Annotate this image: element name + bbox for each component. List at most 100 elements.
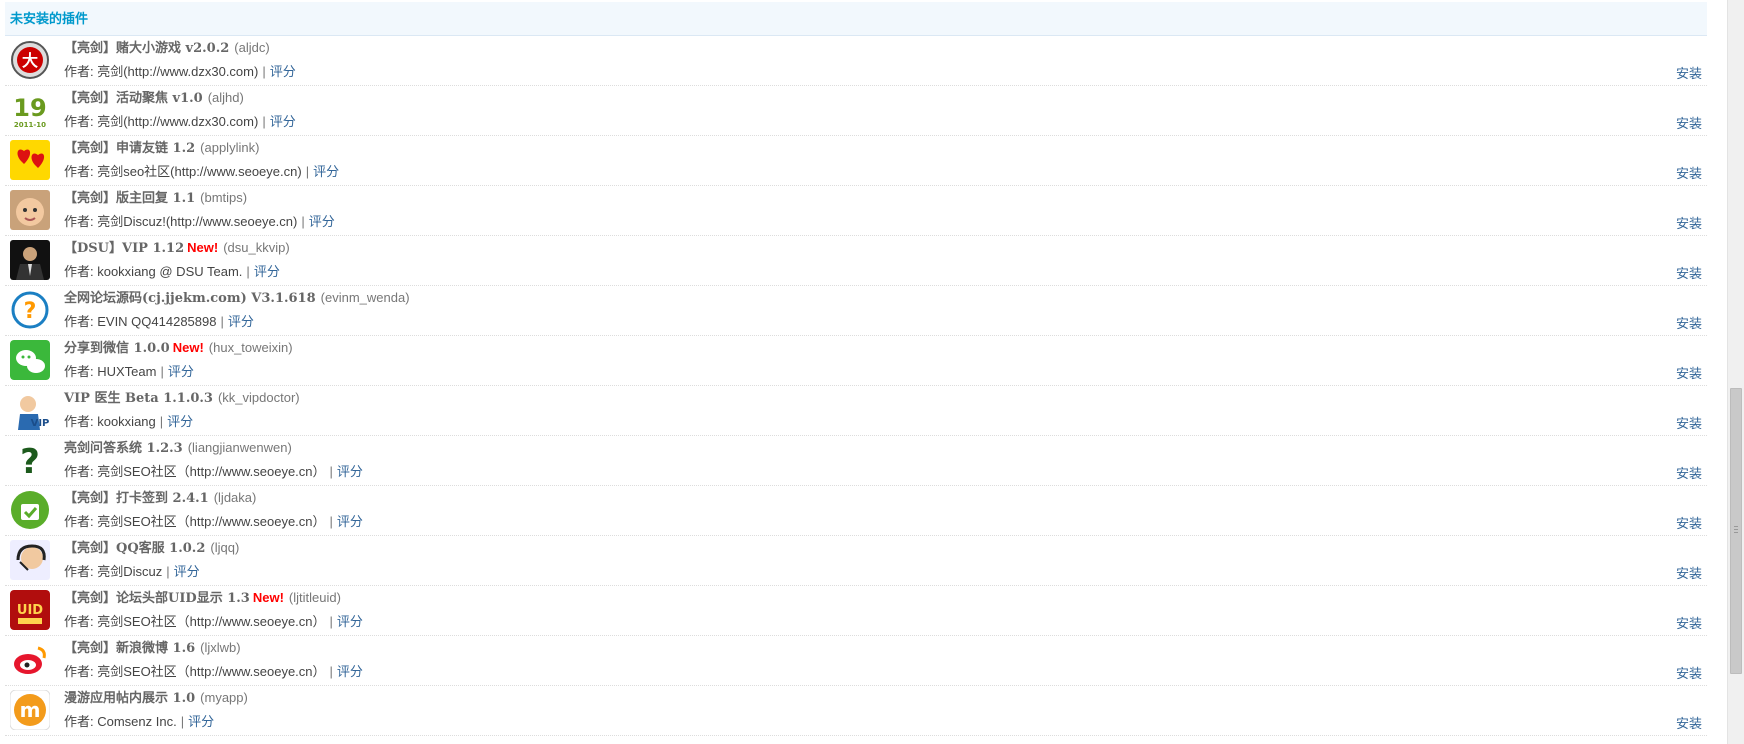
rate-link[interactable]: 评分 [337, 464, 363, 479]
install-link[interactable]: 安装 [1676, 566, 1702, 582]
separator: | [329, 614, 333, 629]
rate-link[interactable]: 评分 [188, 714, 214, 729]
plugin-author: 作者: 亮剑seo社区(http://www.seoeye.cn) [64, 164, 302, 179]
plugin-name: 【亮剑】新浪微博 1.6 [64, 641, 196, 656]
businessman-icon [10, 240, 50, 280]
rate-link[interactable]: 评分 [337, 514, 363, 529]
plugin-meta: 作者: 亮剑(http://www.dzx30.com) | 评分 [64, 114, 296, 130]
install-link[interactable]: 安装 [1676, 116, 1702, 132]
plugin-meta: 作者: 亮剑SEO社区（http://www.seoeye.cn） | 评分 [64, 464, 363, 480]
plugin-author: 作者: 亮剑SEO社区（http://www.seoeye.cn） [64, 614, 326, 629]
rate-link[interactable]: 评分 [270, 64, 296, 79]
plugin-identifier: (aljhd) [207, 90, 244, 105]
new-badge: New! [187, 240, 219, 255]
separator: | [180, 714, 185, 729]
rate-link[interactable]: 评分 [228, 314, 254, 329]
dice-da-icon: 大 [10, 40, 50, 80]
plugin-name: 【亮剑】版主回复 1.1 [64, 191, 196, 206]
plugin-name: 【亮剑】论坛头部UID显示 1.3 [64, 591, 250, 606]
rate-link[interactable]: 评分 [313, 164, 339, 179]
calendar-19-icon: 19 2011-10 [10, 90, 50, 130]
rate-link[interactable]: 评分 [337, 614, 363, 629]
separator: | [262, 114, 266, 129]
install-link[interactable]: 安装 [1676, 216, 1702, 232]
plugin-author: 作者: 亮剑(http://www.dzx30.com) [64, 114, 259, 129]
plugin-identifier: (evinm_wenda) [320, 290, 410, 305]
plugin-identifier: (dsu_kkvip) [223, 240, 290, 255]
plugin-title: 亮剑问答系统 1.2.3 (liangjianwenwen) [64, 440, 292, 457]
plugin-author: 作者: 亮剑SEO社区（http://www.seoeye.cn） [64, 514, 326, 529]
plugin-name: 分享到微信 1.0.0 [64, 341, 170, 356]
plugin-author: 作者: 亮剑SEO社区（http://www.seoeye.cn） [64, 664, 326, 679]
vip-doctor-icon: VIP [10, 390, 50, 430]
plugin-identifier: (bmtips) [200, 190, 248, 205]
svg-text:2011-10: 2011-10 [14, 121, 46, 129]
question-circle-icon: ? [10, 290, 50, 330]
plugin-author: 作者: kookxiang [64, 414, 156, 429]
install-link[interactable]: 安装 [1676, 666, 1702, 682]
vertical-scrollbar[interactable] [1727, 0, 1744, 744]
plugin-row: 【亮剑】版主回复 1.1 (bmtips) 作者: 亮剑Discuz!(http:/… [5, 186, 1707, 236]
plugin-meta: 作者: 亮剑SEO社区（http://www.seoeye.cn） | 评分 [64, 664, 363, 680]
plugin-title: 全网论坛源码(cj.jjekm.com) V3.1.618 (evinm_wend… [64, 290, 410, 307]
plugin-name: 全网论坛源码(cj.jjekm.com) V3.1.618 [64, 291, 316, 306]
svg-text:VIP: VIP [31, 418, 50, 429]
plugin-author: 作者: Comsenz Inc. [64, 714, 177, 729]
checkin-bag-icon [10, 490, 50, 530]
rate-link[interactable]: 评分 [167, 414, 193, 429]
plugin-title: VIP 医生 Beta 1.1.0.3 (kk_vipdoctor) [64, 390, 300, 407]
plugin-row: 分享到微信 1.0.0 New! (hux_toweixin) 作者: HUXTeam… [5, 336, 1707, 386]
wechat-icon [10, 340, 50, 380]
plugin-meta: 作者: kookxiang | 评分 [64, 414, 193, 430]
rate-link[interactable]: 评分 [174, 564, 200, 579]
uid-badge-icon: UID [10, 590, 50, 630]
install-link[interactable]: 安装 [1676, 716, 1702, 732]
plugin-row: ? 亮剑问答系统 1.2.3 (liangjianwenwen) 作者: 亮剑SEO社… [5, 436, 1707, 486]
headset-service-icon [10, 540, 50, 580]
rate-link[interactable]: 评分 [254, 264, 280, 279]
question-mark-icon: ? [10, 440, 50, 480]
plugin-row: 【亮剑】QQ客服 1.0.2 (ljqq) 作者: 亮剑Discuz | 评分 安装 [5, 536, 1707, 586]
plugin-author: 作者: kookxiang @ DSU Team. [64, 264, 243, 279]
separator: | [246, 264, 250, 279]
plugin-title: 【亮剑】打卡签到 2.4.1 (ljdaka) [64, 490, 256, 507]
plugin-identifier: (liangjianwenwen) [187, 440, 292, 455]
install-link[interactable]: 安装 [1676, 316, 1702, 332]
plugin-title: 【亮剑】QQ客服 1.0.2 (ljqq) [64, 540, 239, 557]
install-link[interactable]: 安装 [1676, 466, 1702, 482]
rate-link[interactable]: 评分 [168, 364, 194, 379]
plugin-row: m 漫游应用帖内展示 1.0 (myapp) 作者: Comsenz Inc. | 评分 安… [5, 686, 1707, 736]
plugin-identifier: (ljtitleuid) [288, 590, 341, 605]
plugin-title: 漫游应用帖内展示 1.0 (myapp) [64, 690, 248, 707]
rate-link[interactable]: 评分 [337, 664, 363, 679]
separator: | [301, 214, 305, 229]
install-link[interactable]: 安装 [1676, 616, 1702, 632]
weibo-icon [10, 640, 50, 680]
baby-face-icon [10, 190, 50, 230]
plugin-meta: 作者: Comsenz Inc. | 评分 [64, 714, 214, 730]
plugin-row: 19 2011-10 【亮剑】活动聚焦 v1.0 (aljhd) 作者: 亮剑(http… [5, 86, 1707, 136]
install-link[interactable]: 安装 [1676, 166, 1702, 182]
plugin-author: 作者: 亮剑(http://www.dzx30.com) [64, 64, 259, 79]
plugin-meta: 作者: 亮剑SEO社区（http://www.seoeye.cn） | 评分 [64, 614, 363, 630]
plugin-row: UID 【亮剑】论坛头部UID显示 1.3 New! (ljtitleuid) 作者: … [5, 586, 1707, 636]
install-link[interactable]: 安装 [1676, 366, 1702, 382]
plugin-name: 漫游应用帖内展示 1.0 [64, 691, 196, 706]
rate-link[interactable]: 评分 [309, 214, 335, 229]
separator: | [220, 314, 224, 329]
rate-link[interactable]: 评分 [270, 114, 296, 129]
plugin-author: 作者: 亮剑Discuz [64, 564, 163, 579]
plugin-name: 【亮剑】QQ客服 1.0.2 [64, 541, 206, 556]
separator: | [329, 464, 333, 479]
install-link[interactable]: 安装 [1676, 516, 1702, 532]
plugin-identifier: (ljxlwb) [200, 640, 241, 655]
install-link[interactable]: 安装 [1676, 416, 1702, 432]
install-link[interactable]: 安装 [1676, 266, 1702, 282]
plugin-name: 【亮剑】申请友链 1.2 [64, 141, 196, 156]
install-link[interactable]: 安装 [1676, 66, 1702, 82]
plugin-row: 【亮剑】打卡签到 2.4.1 (ljdaka) 作者: 亮剑SEO社区（http:/… [5, 486, 1707, 536]
plugin-meta: 作者: kookxiang @ DSU Team. | 评分 [64, 264, 280, 280]
plugin-author: 作者: HUXTeam [64, 364, 157, 379]
plugin-meta: 作者: 亮剑Discuz | 评分 [64, 564, 200, 580]
scrollbar-thumb[interactable] [1730, 388, 1742, 674]
